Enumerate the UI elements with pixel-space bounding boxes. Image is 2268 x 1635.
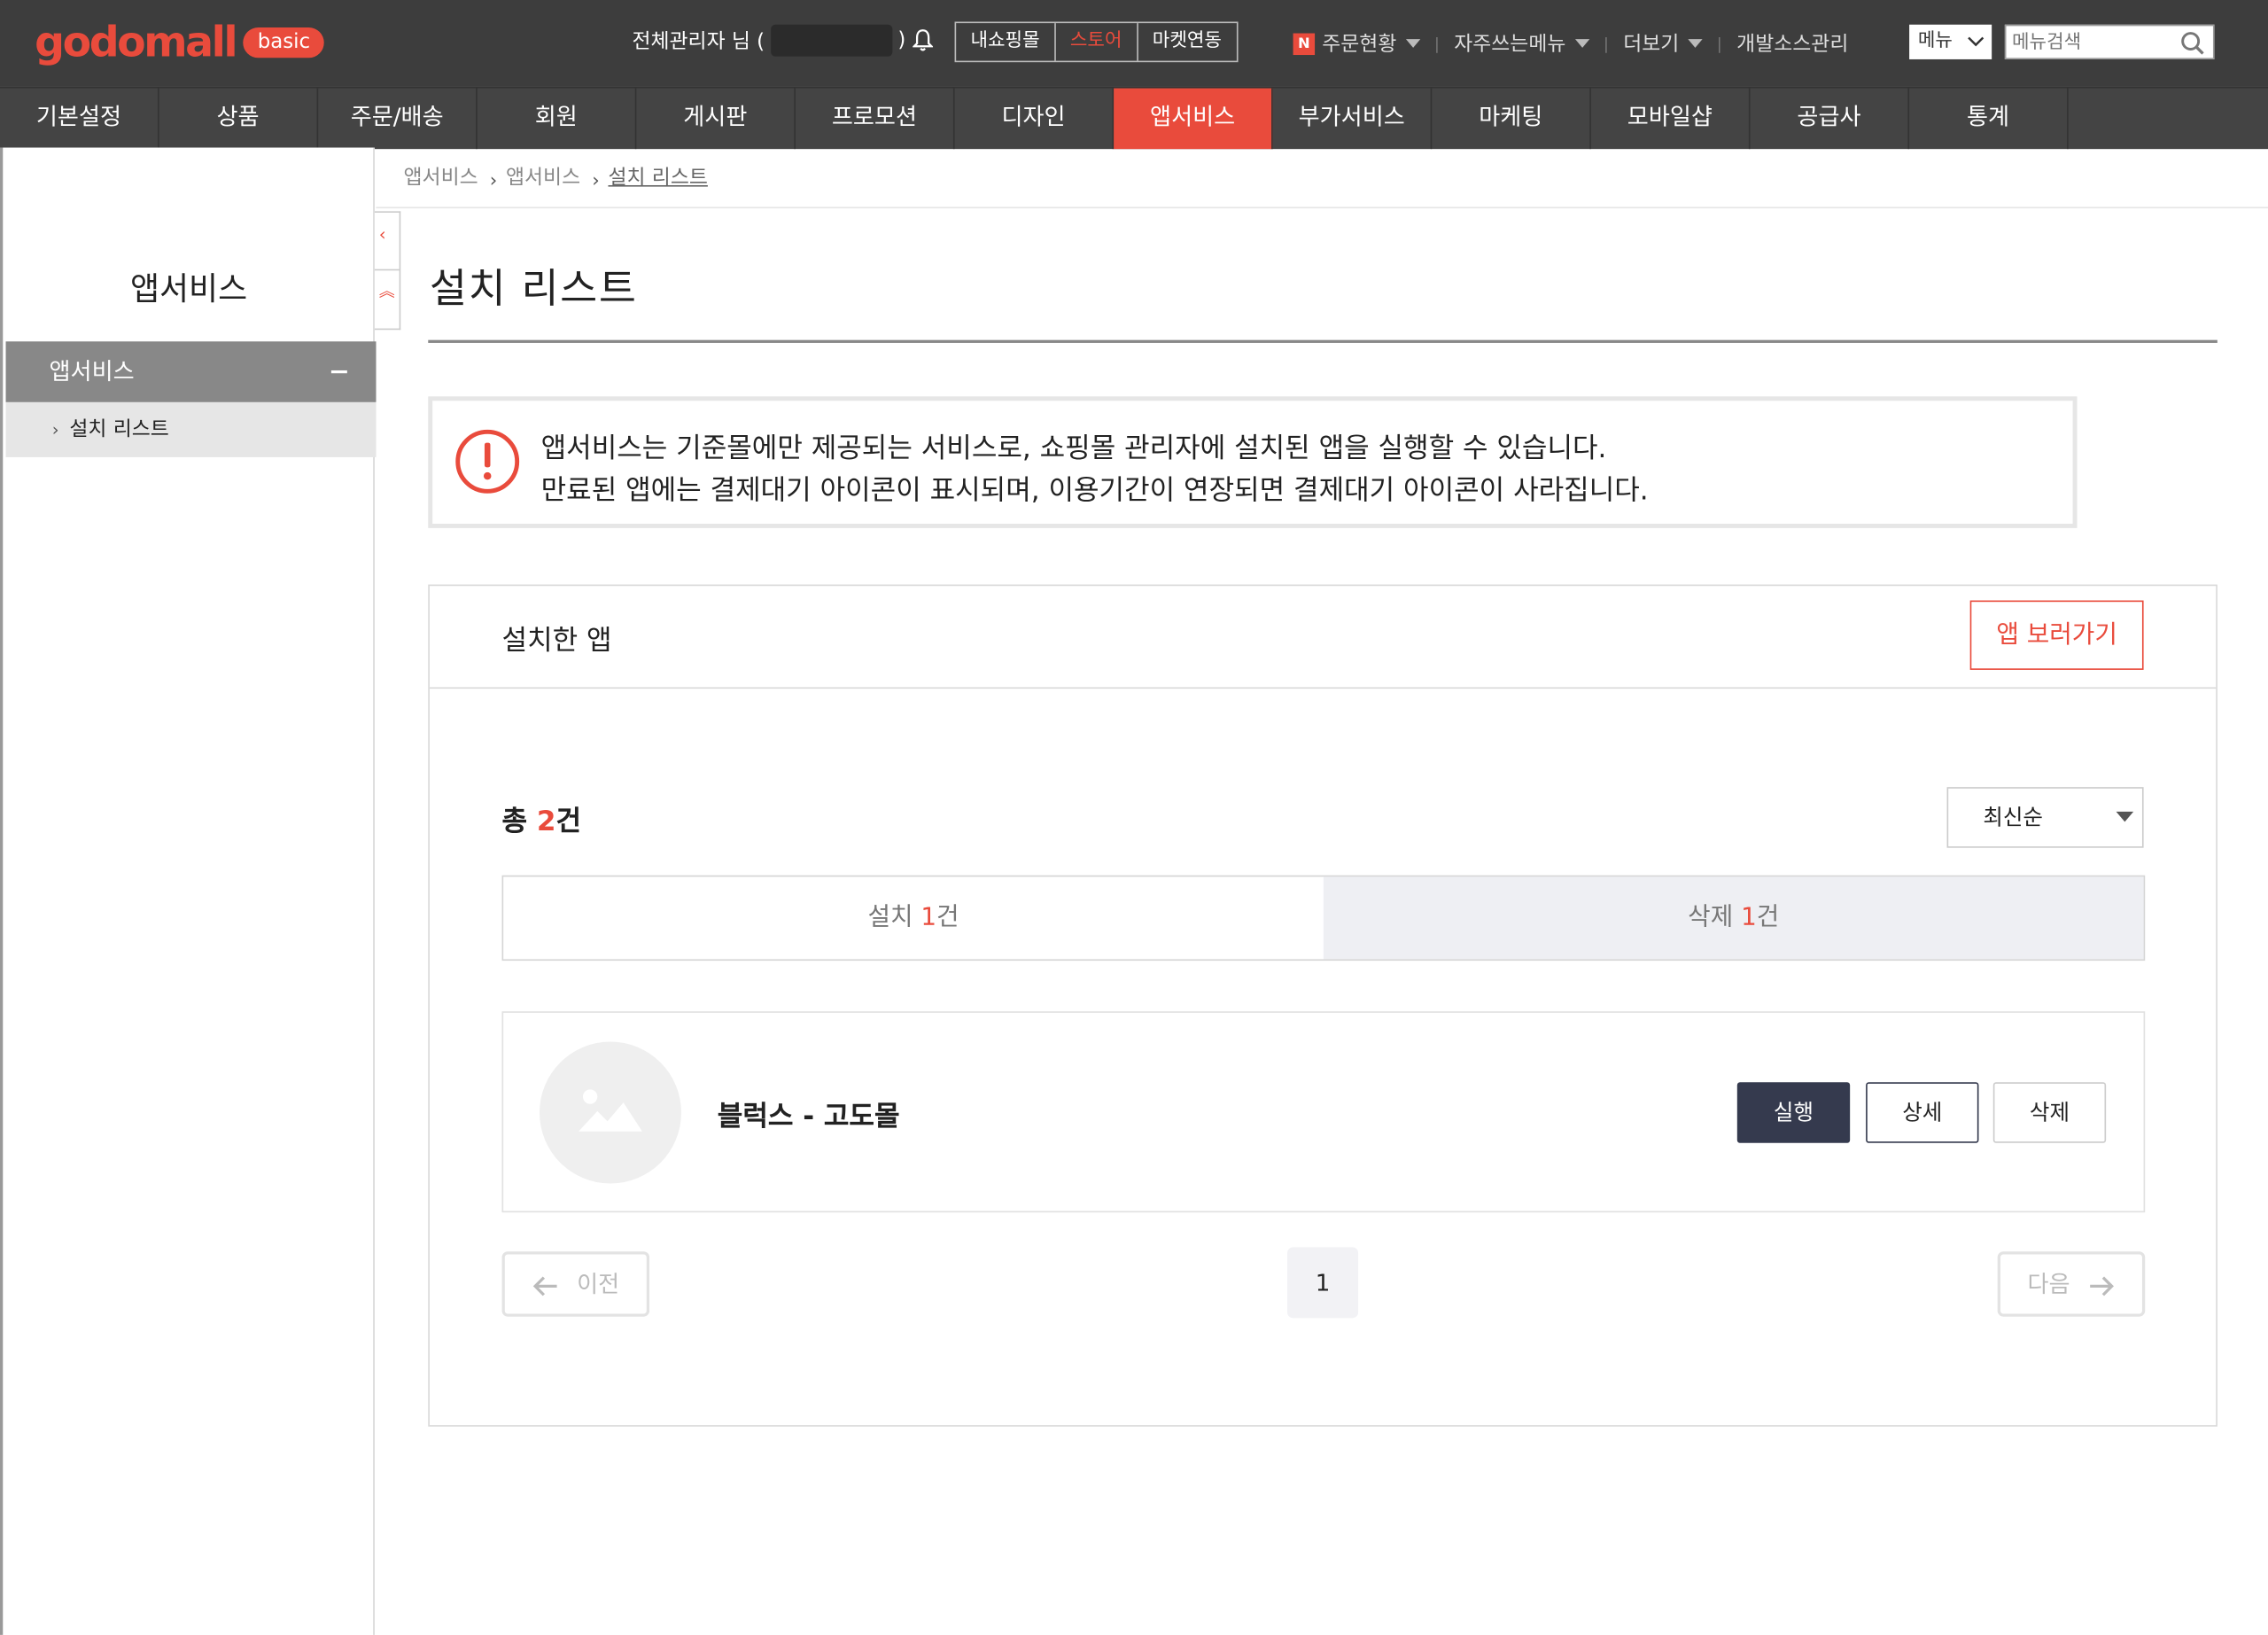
prev-label: 이전 bbox=[577, 1270, 620, 1298]
sidebar-item-install-list[interactable]: › 설치 리스트 bbox=[5, 401, 377, 457]
chevron-right-icon: › bbox=[489, 169, 498, 192]
total-count: 총 2건 bbox=[501, 806, 582, 838]
panel-header: 설치한 앱 앱 보러가기 bbox=[429, 586, 2217, 689]
app-card: 블럭스 - 고도몰 실행 상세 삭제 bbox=[501, 1011, 2146, 1213]
run-button[interactable]: 실행 bbox=[1736, 1082, 1851, 1143]
menu-search-input[interactable] bbox=[2006, 27, 2174, 59]
caret-down-icon bbox=[2116, 811, 2134, 822]
sidebar-group-label: 앱서비스 bbox=[49, 357, 135, 385]
minus-icon bbox=[330, 370, 347, 374]
search-icon[interactable] bbox=[2179, 30, 2205, 56]
image-placeholder-icon bbox=[579, 1089, 642, 1132]
tab-installed[interactable]: 설치 1건 bbox=[503, 876, 1324, 959]
chevron-right-icon: › bbox=[592, 169, 600, 192]
naver-icon: N bbox=[1293, 32, 1316, 55]
installed-apps-panel: 설치한 앱 앱 보러가기 총 2건 최신순 설치 1건 삭제 1건 블럭스 - … bbox=[428, 584, 2218, 1427]
bell-icon[interactable] bbox=[913, 29, 934, 52]
status-tabs: 설치 1건 삭제 1건 bbox=[501, 875, 2146, 962]
more-link[interactable]: 더보기 bbox=[1623, 29, 1679, 58]
admin-label: 전체관리자 님 ( bbox=[632, 30, 765, 54]
divider bbox=[428, 339, 2218, 343]
main-nav: 기본설정 상품 주문/배송 회원 게시판 프로모션 디자인 앱서비스 부가서비스… bbox=[0, 86, 2268, 150]
order-status-link[interactable]: 주문현황 bbox=[1322, 29, 1396, 58]
nav-item-products[interactable]: 상품 bbox=[159, 88, 319, 150]
scroll-top-icon[interactable]: ︽ bbox=[379, 284, 395, 300]
page-number[interactable]: 1 bbox=[1287, 1247, 1359, 1319]
sidebar-item-label: 설치 리스트 bbox=[69, 417, 169, 441]
nav-item-addon-service[interactable]: 부가서비스 bbox=[1273, 88, 1433, 150]
nav-item-board[interactable]: 게시판 bbox=[636, 88, 796, 150]
notice-box: 앱서비스는 기준몰에만 제공되는 서비스로, 쇼핑몰 관리자에 설치된 앱을 실… bbox=[428, 396, 2078, 528]
page-title: 설치 리스트 bbox=[429, 264, 638, 313]
my-shop-button[interactable]: 내쇼핑몰 bbox=[956, 23, 1056, 61]
next-page-button[interactable]: 다음 bbox=[1997, 1251, 2146, 1317]
shop-buttons: 내쇼핑몰 스토어 마켓연동 bbox=[954, 21, 1238, 63]
app-thumbnail bbox=[539, 1041, 681, 1184]
nav-item-promotion[interactable]: 프로모션 bbox=[796, 88, 955, 150]
breadcrumb-current[interactable]: 설치 리스트 bbox=[608, 162, 707, 191]
nav-item-app-service[interactable]: 앱서비스 bbox=[1114, 88, 1273, 150]
sidebar-title: 앱서비스 bbox=[129, 271, 248, 308]
admin-id-mask bbox=[770, 24, 892, 57]
logo[interactable]: godomall basic bbox=[35, 17, 325, 67]
divider bbox=[376, 206, 2268, 209]
chevron-down-icon bbox=[1968, 36, 1984, 47]
next-label: 다음 bbox=[2027, 1270, 2070, 1298]
arrow-left-icon bbox=[532, 1275, 557, 1296]
dev-source-link[interactable]: 개발소스관리 bbox=[1736, 29, 1848, 58]
logo-text: godomall bbox=[35, 17, 237, 67]
sort-select-value: 최신순 bbox=[1983, 804, 2043, 831]
arrow-right-icon bbox=[2090, 1275, 2115, 1296]
logo-badge: basic bbox=[243, 27, 325, 58]
nav-item-mobile-shop[interactable]: 모바일샵 bbox=[1591, 88, 1751, 150]
chevron-down-icon bbox=[1574, 39, 1589, 48]
store-button[interactable]: 스토어 bbox=[1056, 23, 1138, 61]
breadcrumb-item[interactable]: 앱서비스 bbox=[404, 162, 478, 191]
notice-line: 만료된 앱에는 결제대기 아이콘이 표시되며, 이용기간이 연장되면 결제대기 … bbox=[540, 474, 1649, 507]
nav-item-marketing[interactable]: 마케팅 bbox=[1432, 88, 1591, 150]
total-count-number: 2 bbox=[536, 806, 556, 838]
prev-page-button[interactable]: 이전 bbox=[501, 1251, 650, 1317]
market-link-button[interactable]: 마켓연동 bbox=[1138, 23, 1236, 60]
sidebar: 앱서비스 앱서비스 › 설치 리스트 bbox=[0, 147, 377, 1635]
admin-suffix: ) bbox=[897, 28, 906, 52]
detail-button[interactable]: 상세 bbox=[1866, 1082, 1979, 1143]
admin-name: 전체관리자 님 ( ) bbox=[632, 24, 906, 57]
nav-item-supplier[interactable]: 공급사 bbox=[1751, 88, 1910, 150]
tab-deleted[interactable]: 삭제 1건 bbox=[1323, 876, 2144, 960]
sort-select[interactable]: 최신순 bbox=[1946, 787, 2144, 848]
breadcrumb-item[interactable]: 앱서비스 bbox=[506, 162, 580, 191]
sidebar-group-app-service[interactable]: 앱서비스 bbox=[5, 341, 377, 402]
menu-search bbox=[2004, 24, 2215, 59]
chevron-right-icon: › bbox=[51, 419, 59, 440]
nav-item-design[interactable]: 디자인 bbox=[955, 88, 1115, 150]
sidebar-toggle[interactable]: ‹ ︽ bbox=[374, 211, 401, 331]
menu-select[interactable]: 메뉴 bbox=[1909, 24, 1992, 59]
notice-line: 앱서비스는 기준몰에만 제공되는 서비스로, 쇼핑몰 관리자에 설치된 앱을 실… bbox=[540, 432, 1607, 465]
collapse-left-icon[interactable]: ‹ bbox=[379, 224, 386, 245]
nav-item-members[interactable]: 회원 bbox=[478, 88, 637, 150]
nav-item-statistics[interactable]: 통계 bbox=[1909, 88, 2069, 150]
app-name: 블럭스 - 고도몰 bbox=[717, 1101, 900, 1133]
chevron-down-icon bbox=[1688, 39, 1703, 48]
delete-button[interactable]: 삭제 bbox=[1992, 1082, 2107, 1143]
panel-title: 설치한 앱 bbox=[501, 625, 612, 658]
chevron-down-icon bbox=[1405, 39, 1420, 48]
top-links: N 주문현황 | 자주쓰는메뉴 | 더보기 | 개발소스관리 bbox=[1293, 29, 1848, 58]
nav-item-orders[interactable]: 주문/배송 bbox=[318, 88, 478, 150]
menu-select-value: 메뉴 bbox=[1917, 30, 1953, 52]
nav-item-basic-settings[interactable]: 기본설정 bbox=[0, 88, 159, 150]
browse-apps-button[interactable]: 앱 보러가기 bbox=[1969, 600, 2144, 670]
favorite-menu-link[interactable]: 자주쓰는메뉴 bbox=[1454, 29, 1565, 58]
top-bar: godomall basic 전체관리자 님 ( ) 내쇼핑몰 스토어 마켓연동… bbox=[0, 0, 2268, 87]
breadcrumb: 앱서비스 › 앱서비스 › 설치 리스트 bbox=[404, 162, 708, 192]
alert-icon bbox=[455, 429, 520, 494]
